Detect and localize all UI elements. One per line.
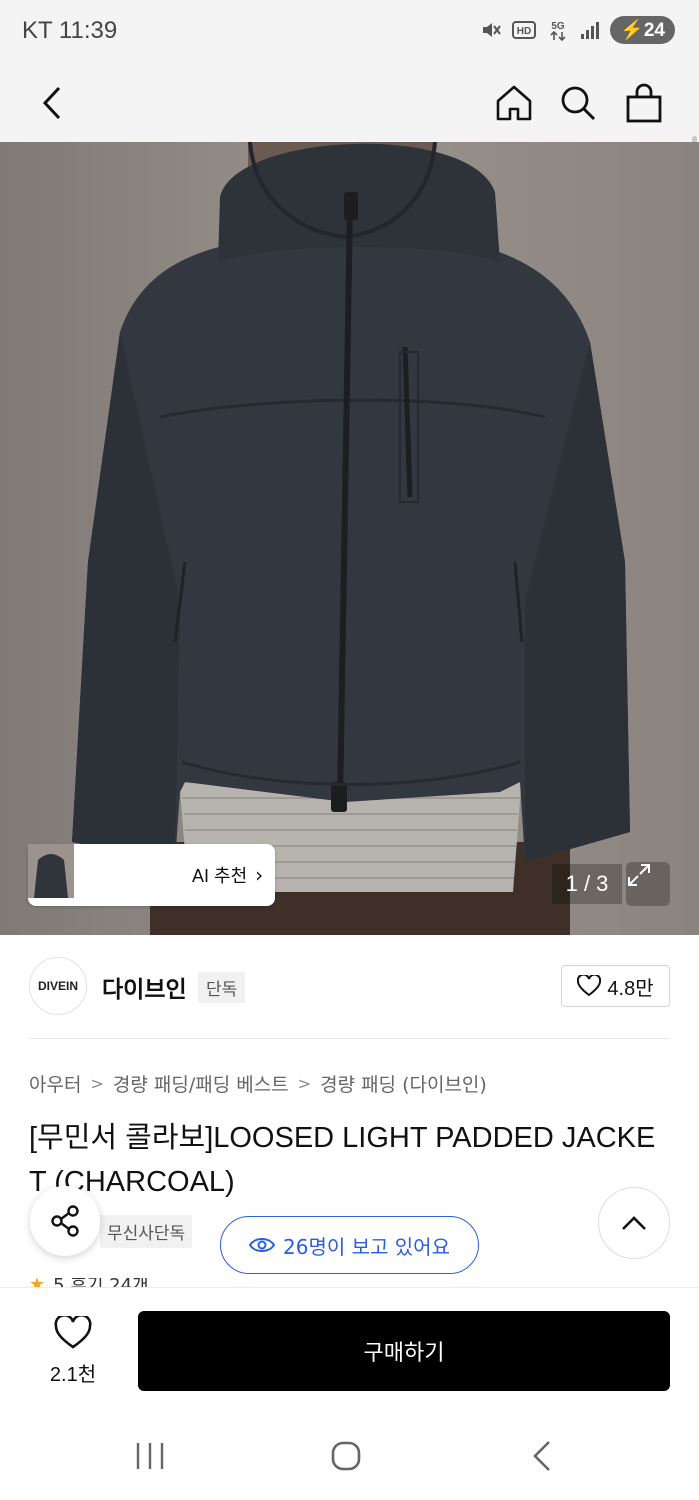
eye-icon	[249, 1238, 276, 1252]
brand-name[interactable]: 다이브인	[102, 970, 187, 1004]
status-bar: KT 11:39 HD 5G ⚡24	[0, 0, 699, 64]
chevron-right-icon: >	[90, 1074, 104, 1093]
search-button[interactable]	[550, 64, 606, 142]
svg-text:HD: HD	[517, 26, 531, 37]
chevron-right-icon: >	[297, 1074, 312, 1093]
expand-button[interactable]	[626, 862, 670, 906]
jacket-photo	[0, 142, 699, 935]
musinsa-exclusive-badge: 무신사단독	[100, 1215, 193, 1248]
heart-icon	[54, 1316, 92, 1349]
ai-thumb-3[interactable]	[28, 844, 178, 902]
purchase-bar: 2.1천 구매하기	[0, 1287, 699, 1412]
wish-count: 2.1천	[49, 1364, 97, 1386]
shopping-bag-icon	[626, 83, 662, 123]
viewers-text: 26명이 보고 있어요	[283, 1234, 450, 1259]
home-button[interactable]	[486, 64, 542, 142]
brand-logo[interactable]: DIVEIN	[29, 957, 87, 1015]
scroll-top-button[interactable]	[598, 1187, 670, 1259]
svg-text:5G: 5G	[552, 21, 566, 32]
divider	[29, 1038, 670, 1039]
brand-like-count: 4.8만	[607, 977, 654, 1000]
share-icon	[51, 1205, 79, 1237]
ai-recommend-card[interactable]: AI 추천 ›	[28, 844, 275, 906]
chevron-up-icon	[622, 1216, 646, 1230]
status-icons: HD 5G ⚡24	[480, 16, 675, 44]
brand-like-button[interactable]: 4.8만	[561, 965, 670, 1007]
chevron-right-icon: ›	[255, 863, 264, 887]
battery-level: 24	[643, 20, 665, 41]
recent-apps-icon	[136, 1443, 164, 1469]
back-icon	[533, 1441, 550, 1471]
viewers-pill: 26명이 보고 있어요	[220, 1216, 479, 1274]
cart-button[interactable]	[616, 64, 672, 142]
buy-button[interactable]: 구매하기	[138, 1311, 670, 1391]
back-button[interactable]	[24, 64, 80, 142]
back-nav-button[interactable]	[512, 1432, 572, 1480]
app-header	[0, 64, 699, 200]
home-nav-button[interactable]	[316, 1432, 376, 1480]
hd-icon: HD	[512, 21, 537, 39]
search-icon	[561, 86, 596, 121]
5g-icon: 5G	[550, 21, 566, 42]
product-image[interactable]: AI 추천 › 1 / 3	[0, 142, 699, 935]
home-circle-icon	[331, 1441, 361, 1471]
status-time: KT 11:39	[22, 17, 118, 44]
wish-button[interactable]: 2.1천	[30, 1316, 116, 1387]
breadcrumb-item-light-padding[interactable]: 경량 패딩 (다이브인)	[320, 1070, 487, 1097]
ai-thumb-2[interactable]	[28, 844, 128, 902]
share-button[interactable]	[30, 1186, 100, 1256]
signal-icon	[581, 22, 600, 39]
heart-icon	[577, 975, 602, 997]
system-navigation-bar	[0, 1412, 699, 1500]
breadcrumb: 아우터 > 경량 패딩/패딩 베스트 > 경량 패딩 (다이브인)	[29, 1070, 487, 1097]
brand-exclusive-badge: 단독	[198, 972, 246, 1003]
breadcrumb-item-padding[interactable]: 경량 패딩/패딩 베스트	[113, 1070, 289, 1097]
recent-apps-button[interactable]	[120, 1432, 180, 1480]
breadcrumb-item-outer[interactable]: 아우터	[29, 1070, 81, 1097]
mute-vibrate-icon	[483, 23, 501, 37]
back-arrow-icon	[42, 86, 61, 120]
battery-indicator: ⚡24	[610, 16, 675, 44]
image-counter: 1 / 3	[552, 864, 622, 904]
product-title: [무민서 콜라보]LOOSED LIGHT PADDED JACKET (CHA…	[29, 1122, 656, 1198]
expand-icon	[628, 864, 650, 886]
ai-recommend-label: AI 추천	[192, 866, 248, 886]
home-icon	[496, 85, 532, 121]
